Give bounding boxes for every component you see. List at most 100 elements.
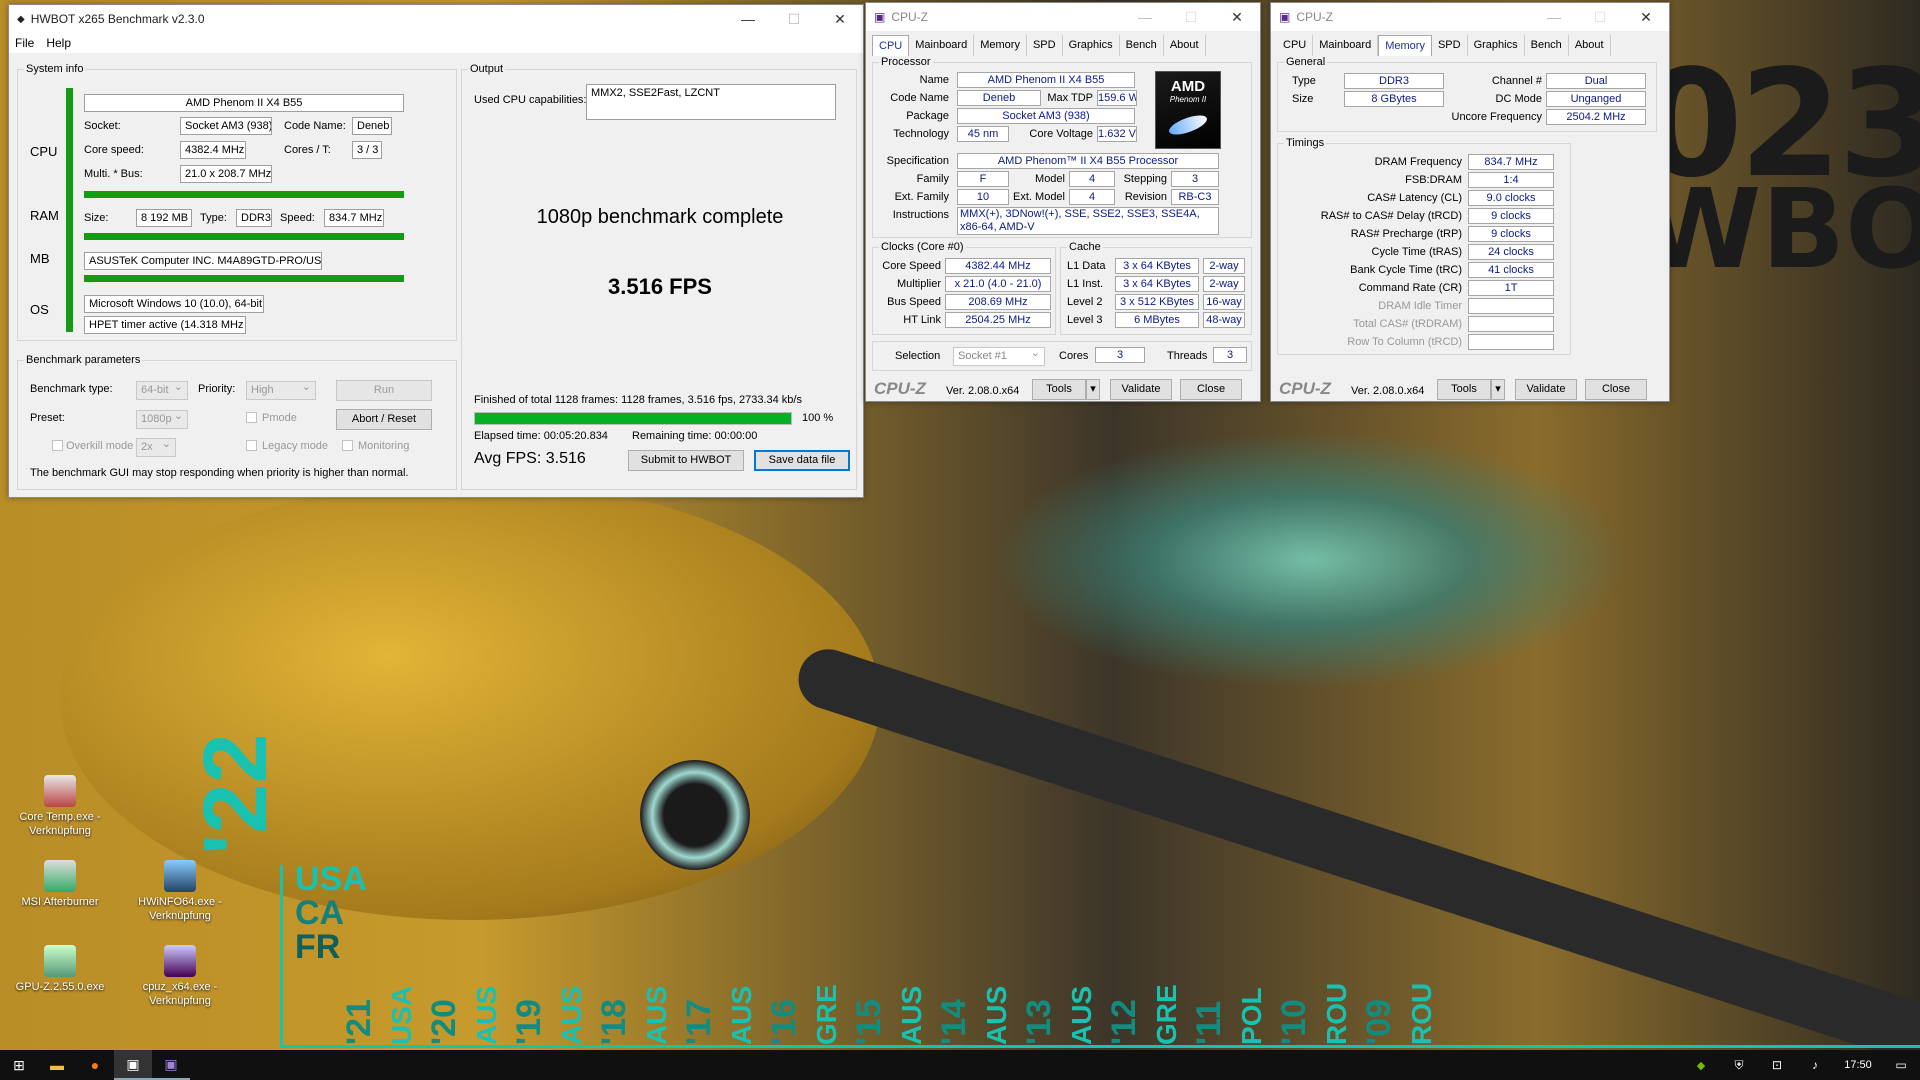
- desktop-icon-cpuz[interactable]: cpuz_x64.exe - Verknüpfung: [126, 945, 234, 1008]
- progress-fill: [475, 413, 791, 424]
- hwbot-window: ◆ HWBOT x265 Benchmark v2.3.0 — ☐ ✕ File…: [8, 4, 864, 498]
- gpuz-icon: [44, 945, 76, 977]
- close-button[interactable]: ✕: [1214, 9, 1260, 26]
- maximize-button[interactable]: ☐: [771, 11, 817, 28]
- fsb-dram-value: 1:4: [1468, 172, 1554, 188]
- system-info-group: System info CPU RAM MB OS AMD Phenom II …: [17, 63, 457, 341]
- pmode-checkbox[interactable]: [246, 412, 257, 423]
- menu-help[interactable]: Help: [46, 36, 71, 50]
- cores-field: 3 / 3: [352, 141, 382, 159]
- timeline-item: '17: [680, 999, 718, 1045]
- codename-field: Deneb: [352, 117, 392, 135]
- cpuz-version: Ver. 2.08.0.x64: [946, 385, 1020, 397]
- bench-type-select[interactable]: 64-bit: [136, 379, 188, 400]
- tab-spd[interactable]: SPD: [1026, 35, 1063, 56]
- desktop-icon-hwinfo[interactable]: HWiNFO64.exe - Verknüpfung: [126, 860, 234, 923]
- timeline-item: AUS: [1066, 985, 1097, 1045]
- tab-spd[interactable]: SPD: [1431, 35, 1468, 56]
- clock[interactable]: 17:50: [1834, 1050, 1882, 1080]
- overkill-checkbox[interactable]: [52, 440, 63, 451]
- minimize-button[interactable]: —: [725, 11, 771, 27]
- tab-graphics[interactable]: Graphics: [1062, 35, 1120, 56]
- socket-select[interactable]: Socket #1: [953, 345, 1045, 366]
- close-cpuz-button[interactable]: Close: [1180, 379, 1242, 400]
- timeline-item: '20: [425, 999, 463, 1045]
- taskbar: ⊞ ▬ ● ▣ ▣ ◆ ⛨ ⊡ ♪ 17:50 ▭: [0, 1050, 1920, 1080]
- desktop-icon-gpuz[interactable]: GPU-Z.2.55.0.exe: [6, 945, 114, 994]
- cpuz-version: Ver. 2.08.0.x64: [1351, 385, 1425, 397]
- monitoring-checkbox[interactable]: [342, 440, 353, 451]
- hwbot-app-icon: ◆: [17, 13, 25, 25]
- output-group: Output Used CPU capabilities: MMX2, SSE2…: [461, 63, 857, 490]
- tab-mainboard[interactable]: Mainboard: [909, 35, 975, 56]
- total-cas-value: [1468, 316, 1554, 332]
- tools-dropdown[interactable]: ▾: [1491, 379, 1505, 400]
- desktop-icon-afterburner[interactable]: MSI Afterburner: [6, 860, 114, 909]
- validate-button[interactable]: Validate: [1515, 379, 1577, 400]
- cache-group: Cache L1 Data 3 x 64 KBytes 2-way L1 Ins…: [1060, 241, 1252, 335]
- tools-button[interactable]: Tools: [1032, 379, 1086, 400]
- maximize-button[interactable]: ☐: [1168, 9, 1214, 26]
- cpuz-brand: CPU-Z: [874, 379, 926, 398]
- timer-field: HPET timer active (14.318 MHz ): [84, 316, 246, 334]
- security-tray-icon[interactable]: ⛨: [1720, 1050, 1758, 1080]
- desktop-icon-coretemp[interactable]: Core Temp.exe - Verknüpfung: [6, 775, 114, 838]
- corespeed-field: 4382.4 MHz: [180, 141, 246, 159]
- menu-file[interactable]: File: [15, 36, 34, 50]
- maximize-button[interactable]: ☐: [1577, 9, 1623, 26]
- ram-type-field: DDR3: [236, 209, 272, 227]
- multi-field: 21.0 x 208.7 MHz: [180, 165, 272, 183]
- notifications-icon[interactable]: ▭: [1882, 1050, 1920, 1080]
- ram-speed-field: 834.7 MHz: [324, 209, 384, 227]
- tab-bench[interactable]: Bench: [1119, 35, 1164, 56]
- cpuz-taskbar-icon[interactable]: ▣: [152, 1050, 190, 1080]
- timeline-item: '19: [510, 999, 548, 1045]
- file-explorer-icon[interactable]: ▬: [38, 1050, 76, 1080]
- tab-memory[interactable]: Memory: [974, 35, 1027, 56]
- run-button[interactable]: Run: [336, 380, 432, 401]
- timeline-item: AUS: [556, 985, 587, 1045]
- tab-bench[interactable]: Bench: [1524, 35, 1569, 56]
- tools-button[interactable]: Tools: [1437, 379, 1491, 400]
- volume-icon[interactable]: ♪: [1796, 1050, 1834, 1080]
- tab-about[interactable]: About: [1568, 35, 1611, 56]
- ram-bar: [84, 233, 404, 240]
- side-bar: [66, 88, 73, 332]
- hwinfo-icon: [164, 860, 196, 892]
- hwbot-title: HWBOT x265 Benchmark v2.3.0: [30, 12, 205, 26]
- minimize-button[interactable]: —: [1122, 9, 1168, 25]
- tab-cpu[interactable]: CPU: [872, 35, 910, 56]
- benchmark-status: 1080p benchmark complete: [536, 206, 784, 228]
- network-icon[interactable]: ⊡: [1758, 1050, 1796, 1080]
- tab-cpu[interactable]: CPU: [1277, 35, 1314, 56]
- tab-about[interactable]: About: [1163, 35, 1206, 56]
- legacy-checkbox[interactable]: [246, 440, 257, 451]
- channel-value: Dual: [1546, 73, 1646, 89]
- wallpaper-countries: USA CA FR: [295, 860, 367, 966]
- start-windows-icon[interactable]: ⊞: [0, 1050, 38, 1080]
- submit-button[interactable]: Submit to HWBOT: [628, 450, 744, 471]
- close-button[interactable]: ✕: [817, 11, 863, 28]
- minimize-button[interactable]: —: [1531, 9, 1577, 25]
- firefox-icon[interactable]: ●: [76, 1050, 114, 1080]
- preset-select[interactable]: 1080p: [136, 408, 188, 429]
- tab-memory[interactable]: Memory: [1378, 35, 1432, 56]
- mb-bar: [84, 275, 404, 282]
- timeline-item: '15: [850, 999, 888, 1045]
- close-cpuz-button[interactable]: Close: [1585, 379, 1647, 400]
- tab-mainboard[interactable]: Mainboard: [1313, 35, 1379, 56]
- close-button[interactable]: ✕: [1623, 9, 1669, 26]
- hwbot-taskbar-icon[interactable]: ▣: [114, 1050, 152, 1080]
- tools-dropdown[interactable]: ▾: [1086, 379, 1100, 400]
- overkill-select[interactable]: 2x: [136, 436, 176, 457]
- save-data-button[interactable]: Save data file: [754, 450, 850, 471]
- tab-graphics[interactable]: Graphics: [1467, 35, 1525, 56]
- trp-value: 9 clocks: [1468, 226, 1554, 242]
- priority-select[interactable]: High: [246, 379, 316, 400]
- cas-latency-value: 9.0 clocks: [1468, 190, 1554, 206]
- abort-reset-button[interactable]: Abort / Reset: [336, 409, 432, 430]
- timeline-item: ROU: [1321, 982, 1352, 1045]
- validate-button[interactable]: Validate: [1110, 379, 1172, 400]
- nvidia-tray-icon[interactable]: ◆: [1682, 1050, 1720, 1080]
- timeline-item: GRE: [1151, 984, 1182, 1045]
